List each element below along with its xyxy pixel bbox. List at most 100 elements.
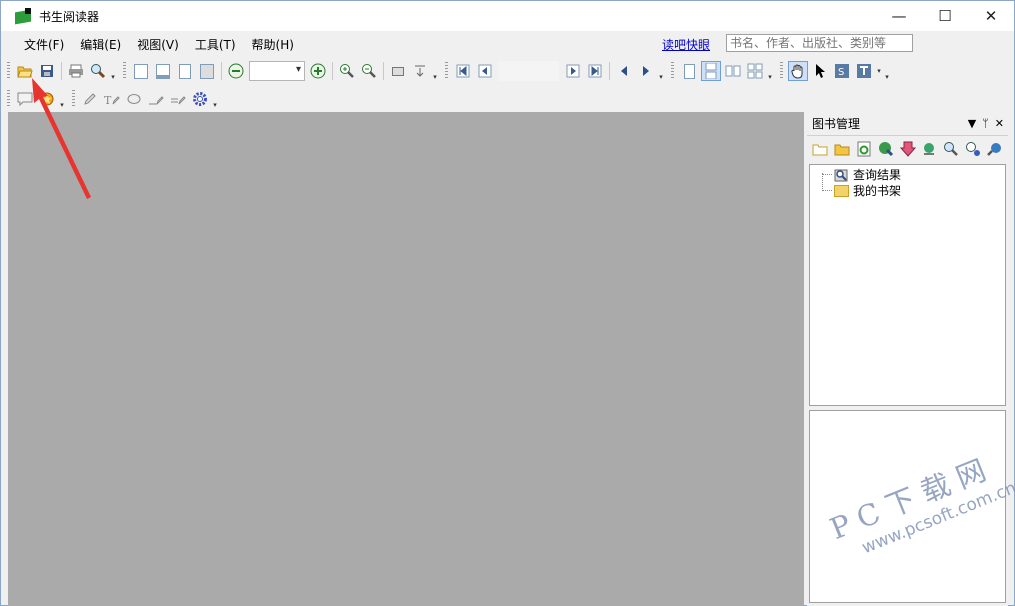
- hand-tool-icon[interactable]: [788, 61, 808, 81]
- toolbar-grip[interactable]: [780, 62, 783, 80]
- minimize-button[interactable]: —: [876, 1, 922, 31]
- menu-view[interactable]: 视图(V): [136, 34, 180, 55]
- tree-connector: [822, 190, 832, 191]
- underline-tool-icon[interactable]: [146, 89, 166, 109]
- continuous-page-icon[interactable]: [701, 61, 721, 81]
- menu-file[interactable]: 文件(F): [23, 34, 65, 55]
- panel-title: 图书管理: [812, 117, 861, 131]
- tree-connector: [822, 174, 832, 175]
- web-search-icon[interactable]: [986, 140, 1004, 158]
- page-view-2-icon[interactable]: [153, 61, 173, 81]
- advanced-search-icon[interactable]: [964, 140, 982, 158]
- panel-menu-icon[interactable]: ▼: [968, 117, 976, 130]
- page-view-icon[interactable]: [131, 61, 151, 81]
- toolbar-separator: [221, 62, 222, 80]
- dropdown-icon[interactable]: ▾: [875, 61, 883, 81]
- toolbar-overflow-icon[interactable]: ▾: [211, 89, 219, 109]
- toolbar-overflow-icon[interactable]: ▾: [657, 61, 665, 81]
- window-title: 书生阅读器: [39, 9, 100, 24]
- toolbar-separator: [332, 62, 333, 80]
- select-pointer-icon[interactable]: [810, 61, 830, 81]
- toolbar-overflow-icon[interactable]: ▾: [766, 61, 774, 81]
- print-icon[interactable]: [66, 61, 86, 81]
- settings-gear-icon[interactable]: [190, 89, 210, 109]
- main-toolbar: ▾ ▾ ▾ ▾ ▾ S ▾ ▾: [1, 58, 891, 84]
- text-select-icon[interactable]: S: [832, 61, 852, 81]
- tree-item-my-bookshelf[interactable]: 我的书架: [834, 182, 901, 199]
- toolbar-overflow-icon[interactable]: ▾: [431, 61, 439, 81]
- tree-item-label: 查询结果: [853, 168, 902, 182]
- find-icon[interactable]: [88, 61, 108, 81]
- strikeout-tool-icon[interactable]: [168, 89, 188, 109]
- title-bar: 书生阅读器 — ☐ ✕: [1, 1, 1014, 31]
- back-icon[interactable]: [614, 61, 634, 81]
- zoom-level-select[interactable]: [249, 61, 305, 81]
- menu-edit[interactable]: 编辑(E): [79, 34, 122, 55]
- folder-icon: [834, 184, 849, 197]
- prev-page-icon[interactable]: [475, 61, 495, 81]
- open-folder-icon[interactable]: [15, 61, 35, 81]
- new-folder-icon[interactable]: [811, 140, 829, 158]
- page-number-input[interactable]: [499, 61, 559, 81]
- bookmark-star-icon[interactable]: [37, 89, 57, 109]
- toolbar-overflow-icon[interactable]: ▾: [109, 61, 117, 81]
- ellipse-tool-icon[interactable]: [124, 89, 144, 109]
- maximize-button[interactable]: ☐: [922, 1, 968, 31]
- globe-icon[interactable]: [920, 140, 938, 158]
- save-icon[interactable]: [37, 61, 57, 81]
- search-icon[interactable]: [942, 140, 960, 158]
- menu-help[interactable]: 帮助(H): [251, 34, 295, 55]
- annotation-tool-icon[interactable]: [854, 61, 874, 81]
- first-page-icon[interactable]: [453, 61, 473, 81]
- document-canvas[interactable]: [8, 112, 804, 606]
- toolbar-grip[interactable]: [671, 62, 674, 80]
- forward-icon[interactable]: [636, 61, 656, 81]
- toolbar-grip[interactable]: [7, 62, 10, 80]
- toolbar-overflow-icon[interactable]: ▾: [58, 89, 66, 109]
- toolbar-separator: [61, 62, 62, 80]
- panel-close-icon[interactable]: ✕: [995, 117, 1004, 130]
- comment-icon[interactable]: [15, 89, 35, 109]
- search-input[interactable]: [726, 34, 913, 52]
- download-icon[interactable]: [899, 140, 917, 158]
- continuous-facing-icon[interactable]: [745, 61, 765, 81]
- pencil-icon[interactable]: [80, 89, 100, 109]
- page-view-3-icon[interactable]: [175, 61, 195, 81]
- zoom-out-circle-icon[interactable]: [226, 61, 246, 81]
- app-logo-icon: [15, 8, 33, 25]
- close-button[interactable]: ✕: [968, 1, 1014, 31]
- facing-page-icon[interactable]: [723, 61, 743, 81]
- panel-pin-icon[interactable]: ᛘ: [982, 117, 989, 130]
- refresh-icon[interactable]: [855, 140, 873, 158]
- svg-text:T: T: [104, 94, 112, 106]
- magnify-plus-icon[interactable]: [337, 61, 357, 81]
- toolbar-grip[interactable]: [123, 62, 126, 80]
- search-results-icon: [834, 168, 849, 182]
- magnify-minus-icon[interactable]: [359, 61, 379, 81]
- menu-tools[interactable]: 工具(T): [194, 34, 237, 55]
- tree-connector: [822, 173, 823, 191]
- toolbar-separator: [609, 62, 610, 80]
- toolbar-grip[interactable]: [7, 90, 10, 108]
- app-window: 书生阅读器 — ☐ ✕ 文件(F) 编辑(E) 视图(V) 工具(T) 帮助(H…: [0, 0, 1015, 606]
- single-page-icon[interactable]: [679, 61, 699, 81]
- tree-item-label: 我的书架: [853, 184, 902, 198]
- page-view-4-icon[interactable]: [197, 61, 217, 81]
- secondary-toolbar: ▾ T ▾: [1, 86, 219, 112]
- last-page-icon[interactable]: [585, 61, 605, 81]
- import-icon[interactable]: [877, 140, 895, 158]
- toolbar-grip[interactable]: [72, 90, 75, 108]
- fit-width-icon[interactable]: [410, 61, 430, 81]
- next-page-icon[interactable]: [563, 61, 583, 81]
- svg-text:S: S: [838, 67, 844, 78]
- text-annotation-icon[interactable]: T: [102, 89, 122, 109]
- zoom-in-circle-icon[interactable]: [308, 61, 328, 81]
- toolbar-separator: [383, 62, 384, 80]
- tree-item-query-results[interactable]: 查询结果: [834, 166, 901, 183]
- toolbar-overflow-icon[interactable]: ▾: [883, 61, 891, 81]
- toolbar-grip[interactable]: [445, 62, 448, 80]
- fit-page-icon[interactable]: [388, 61, 408, 81]
- open-folder-icon[interactable]: [833, 140, 851, 158]
- book-tree: 查询结果 我的书架: [809, 164, 1006, 406]
- quicklink[interactable]: 读吧快眼: [662, 36, 710, 53]
